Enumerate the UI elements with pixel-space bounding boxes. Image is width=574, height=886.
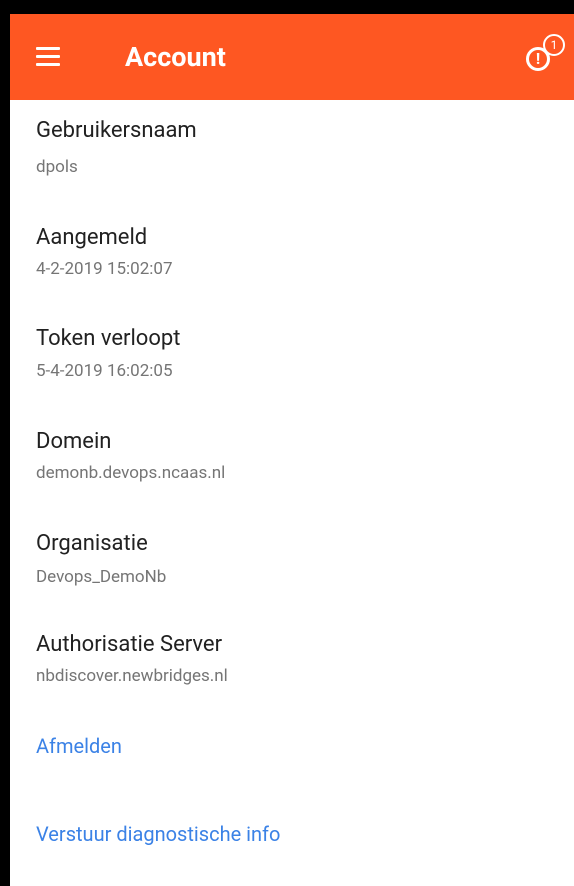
auth-server-value: nbdiscover.newbridges.nl — [36, 666, 228, 686]
username-value: dpols — [36, 157, 78, 177]
token-expiry-value: 5-4-2019 16:02:05 — [36, 361, 173, 381]
menu-icon-line — [36, 63, 60, 66]
menu-icon-line — [36, 47, 60, 50]
logout-link[interactable]: Afmelden — [36, 733, 122, 759]
auth-server-label: Authorisatie Server — [36, 632, 223, 657]
account-screen: Account ! 1 Gebruikersnaam dpols Aangeme… — [10, 14, 574, 886]
domain-value: demonb.devops.ncaas.nl — [36, 463, 226, 483]
signed-in-label: Aangemeld — [36, 225, 148, 250]
signed-in-value: 4-2-2019 15:02:07 — [36, 259, 173, 279]
username-label: Gebruikersnaam — [36, 118, 197, 143]
menu-icon-line — [36, 55, 60, 58]
menu-button[interactable] — [32, 41, 64, 73]
app-bar: Account ! 1 — [10, 14, 574, 100]
notification-button[interactable]: ! 1 — [520, 32, 570, 82]
token-expiry-label: Token verloopt — [36, 326, 181, 351]
page-title: Account — [125, 41, 226, 73]
organisation-label: Organisatie — [36, 531, 148, 556]
notification-badge: 1 — [543, 34, 565, 56]
organisation-value: Devops_DemoNb — [36, 567, 167, 587]
send-diagnostics-link[interactable]: Verstuur diagnostische info — [36, 821, 280, 847]
domain-label: Domein — [36, 429, 112, 454]
